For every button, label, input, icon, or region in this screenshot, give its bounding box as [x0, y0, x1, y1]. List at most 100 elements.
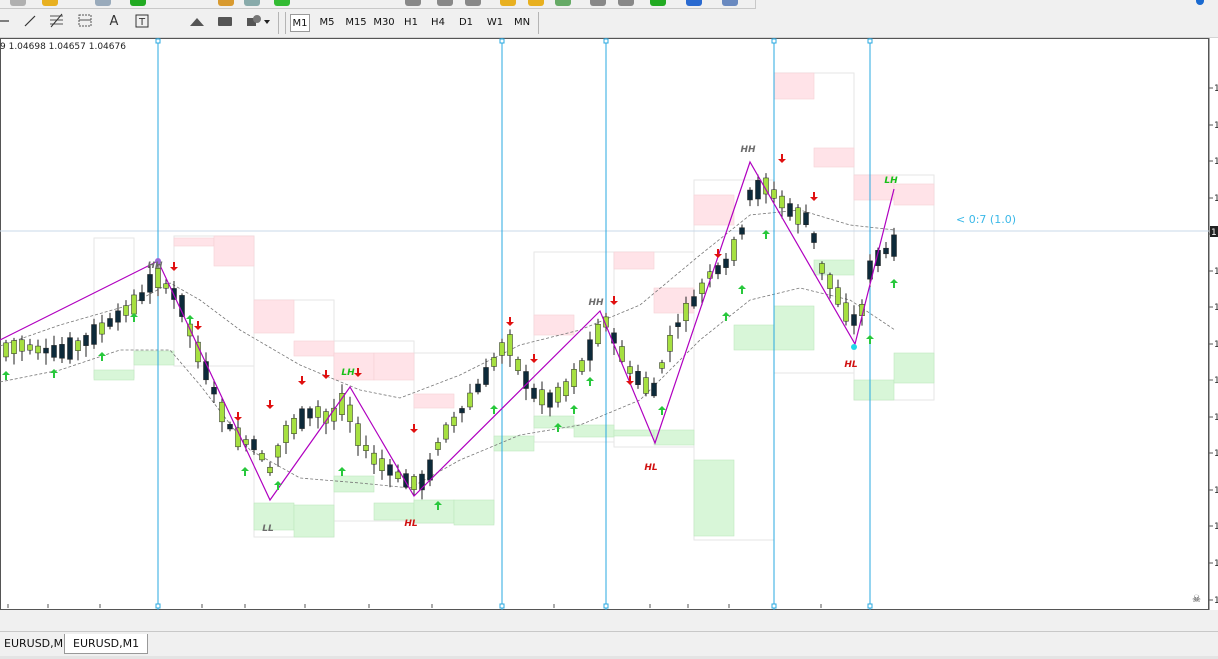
- rectangle-shape-icon[interactable]: [217, 13, 233, 29]
- supply-zone[interactable]: [893, 183, 935, 206]
- bear-candle[interactable]: [307, 408, 313, 419]
- event-line-handle[interactable]: [867, 603, 873, 609]
- bear-candle[interactable]: [531, 387, 537, 399]
- bull-candle[interactable]: [259, 453, 265, 461]
- timeframe-m5[interactable]: M5: [317, 14, 337, 32]
- bull-candle[interactable]: [819, 263, 825, 274]
- bear-candle[interactable]: [107, 318, 113, 327]
- bull-candle[interactable]: [11, 340, 17, 354]
- demand-zone[interactable]: [533, 415, 575, 429]
- toolbar-top-icon[interactable]: [274, 0, 290, 6]
- bull-candle[interactable]: [347, 404, 353, 422]
- bull-candle[interactable]: [155, 268, 161, 288]
- supply-zone[interactable]: [413, 393, 455, 409]
- supply-zone[interactable]: [173, 237, 215, 247]
- bear-candle[interactable]: [299, 408, 305, 429]
- bull-candle[interactable]: [435, 442, 441, 450]
- event-line-handle[interactable]: [867, 38, 873, 44]
- timeframe-h1[interactable]: H1: [401, 14, 421, 32]
- supply-zone[interactable]: [253, 299, 295, 334]
- bull-candle[interactable]: [379, 458, 385, 471]
- demand-zone[interactable]: [253, 502, 295, 531]
- bull-candle[interactable]: [835, 287, 841, 305]
- event-line-handle[interactable]: [603, 603, 609, 609]
- bull-candle[interactable]: [667, 335, 673, 352]
- bull-candle[interactable]: [315, 406, 321, 418]
- toolbar-top-icon[interactable]: [42, 0, 58, 6]
- bull-candle[interactable]: [579, 360, 585, 372]
- bear-candle[interactable]: [883, 247, 889, 255]
- bull-candle[interactable]: [555, 386, 561, 403]
- bear-candle[interactable]: [739, 227, 745, 235]
- bull-candle[interactable]: [131, 294, 137, 315]
- timeframe-m15[interactable]: M15: [344, 14, 368, 32]
- bear-candle[interactable]: [251, 439, 257, 451]
- bear-candle[interactable]: [755, 180, 761, 200]
- toolbar-top-icon[interactable]: [555, 0, 571, 6]
- bear-candle[interactable]: [851, 314, 857, 326]
- toolbar-top-icon[interactable]: [686, 0, 702, 6]
- toolbar-top-icon[interactable]: [528, 0, 544, 6]
- bear-candle[interactable]: [83, 335, 89, 346]
- bear-candle[interactable]: [715, 265, 721, 275]
- bull-candle[interactable]: [123, 305, 129, 316]
- bear-candle[interactable]: [891, 234, 897, 257]
- fib-expansion-icon[interactable]: [78, 13, 94, 29]
- bear-candle[interactable]: [59, 344, 65, 359]
- event-line-handle[interactable]: [499, 38, 505, 44]
- toolbar-top-icon[interactable]: [405, 0, 421, 6]
- bear-candle[interactable]: [211, 387, 217, 395]
- toolbar-top-icon[interactable]: [437, 0, 453, 6]
- bull-candle[interactable]: [795, 207, 801, 225]
- bull-candle[interactable]: [19, 339, 25, 352]
- supply-zone[interactable]: [773, 72, 815, 100]
- demand-zone[interactable]: [773, 305, 815, 351]
- bull-candle[interactable]: [283, 425, 289, 443]
- toolbar-top-icon[interactable]: [218, 0, 234, 6]
- supply-zone[interactable]: [813, 147, 855, 168]
- bear-candle[interactable]: [51, 345, 57, 358]
- toolbar-top-icon[interactable]: [618, 0, 634, 6]
- shapes-dropdown-icon[interactable]: [246, 13, 272, 29]
- bull-candle[interactable]: [595, 323, 601, 345]
- toolbar-top-icon[interactable]: [500, 0, 516, 6]
- bear-candle[interactable]: [427, 459, 433, 481]
- demand-zone[interactable]: [573, 424, 615, 438]
- bull-candle[interactable]: [27, 344, 33, 351]
- bear-candle[interactable]: [691, 296, 697, 307]
- bull-candle[interactable]: [451, 416, 457, 426]
- bear-candle[interactable]: [635, 371, 641, 385]
- timeframe-mn[interactable]: MN: [512, 14, 532, 32]
- bull-candle[interactable]: [371, 452, 377, 465]
- bear-candle[interactable]: [483, 367, 489, 385]
- supply-zone[interactable]: [293, 340, 335, 357]
- demand-zone[interactable]: [453, 499, 495, 526]
- bull-candle[interactable]: [827, 274, 833, 289]
- demand-zone[interactable]: [893, 352, 935, 384]
- bull-candle[interactable]: [291, 417, 297, 435]
- bear-candle[interactable]: [387, 464, 393, 476]
- toolbar-top-icon[interactable]: [95, 0, 111, 6]
- bull-candle[interactable]: [539, 389, 545, 406]
- bear-candle[interactable]: [147, 274, 153, 293]
- bear-candle[interactable]: [139, 292, 145, 302]
- bear-candle[interactable]: [723, 258, 729, 268]
- bear-candle[interactable]: [475, 383, 481, 393]
- event-line-handle[interactable]: [771, 38, 777, 44]
- event-line-handle[interactable]: [603, 38, 609, 44]
- event-line-handle[interactable]: [771, 603, 777, 609]
- bear-candle[interactable]: [547, 392, 553, 408]
- bull-candle[interactable]: [355, 423, 361, 446]
- supply-zone[interactable]: [373, 352, 415, 381]
- skull-icon[interactable]: ☠: [1192, 594, 1201, 605]
- text-icon[interactable]: A: [106, 13, 122, 29]
- event-line-handle[interactable]: [499, 603, 505, 609]
- bull-candle[interactable]: [163, 283, 169, 289]
- trendline-icon[interactable]: [22, 13, 38, 29]
- demand-zone[interactable]: [133, 350, 175, 366]
- demand-zone[interactable]: [93, 369, 135, 381]
- demand-zone[interactable]: [653, 429, 695, 446]
- bull-candle[interactable]: [3, 342, 9, 358]
- toolbar-top-icon[interactable]: [590, 0, 606, 6]
- bear-candle[interactable]: [675, 322, 681, 327]
